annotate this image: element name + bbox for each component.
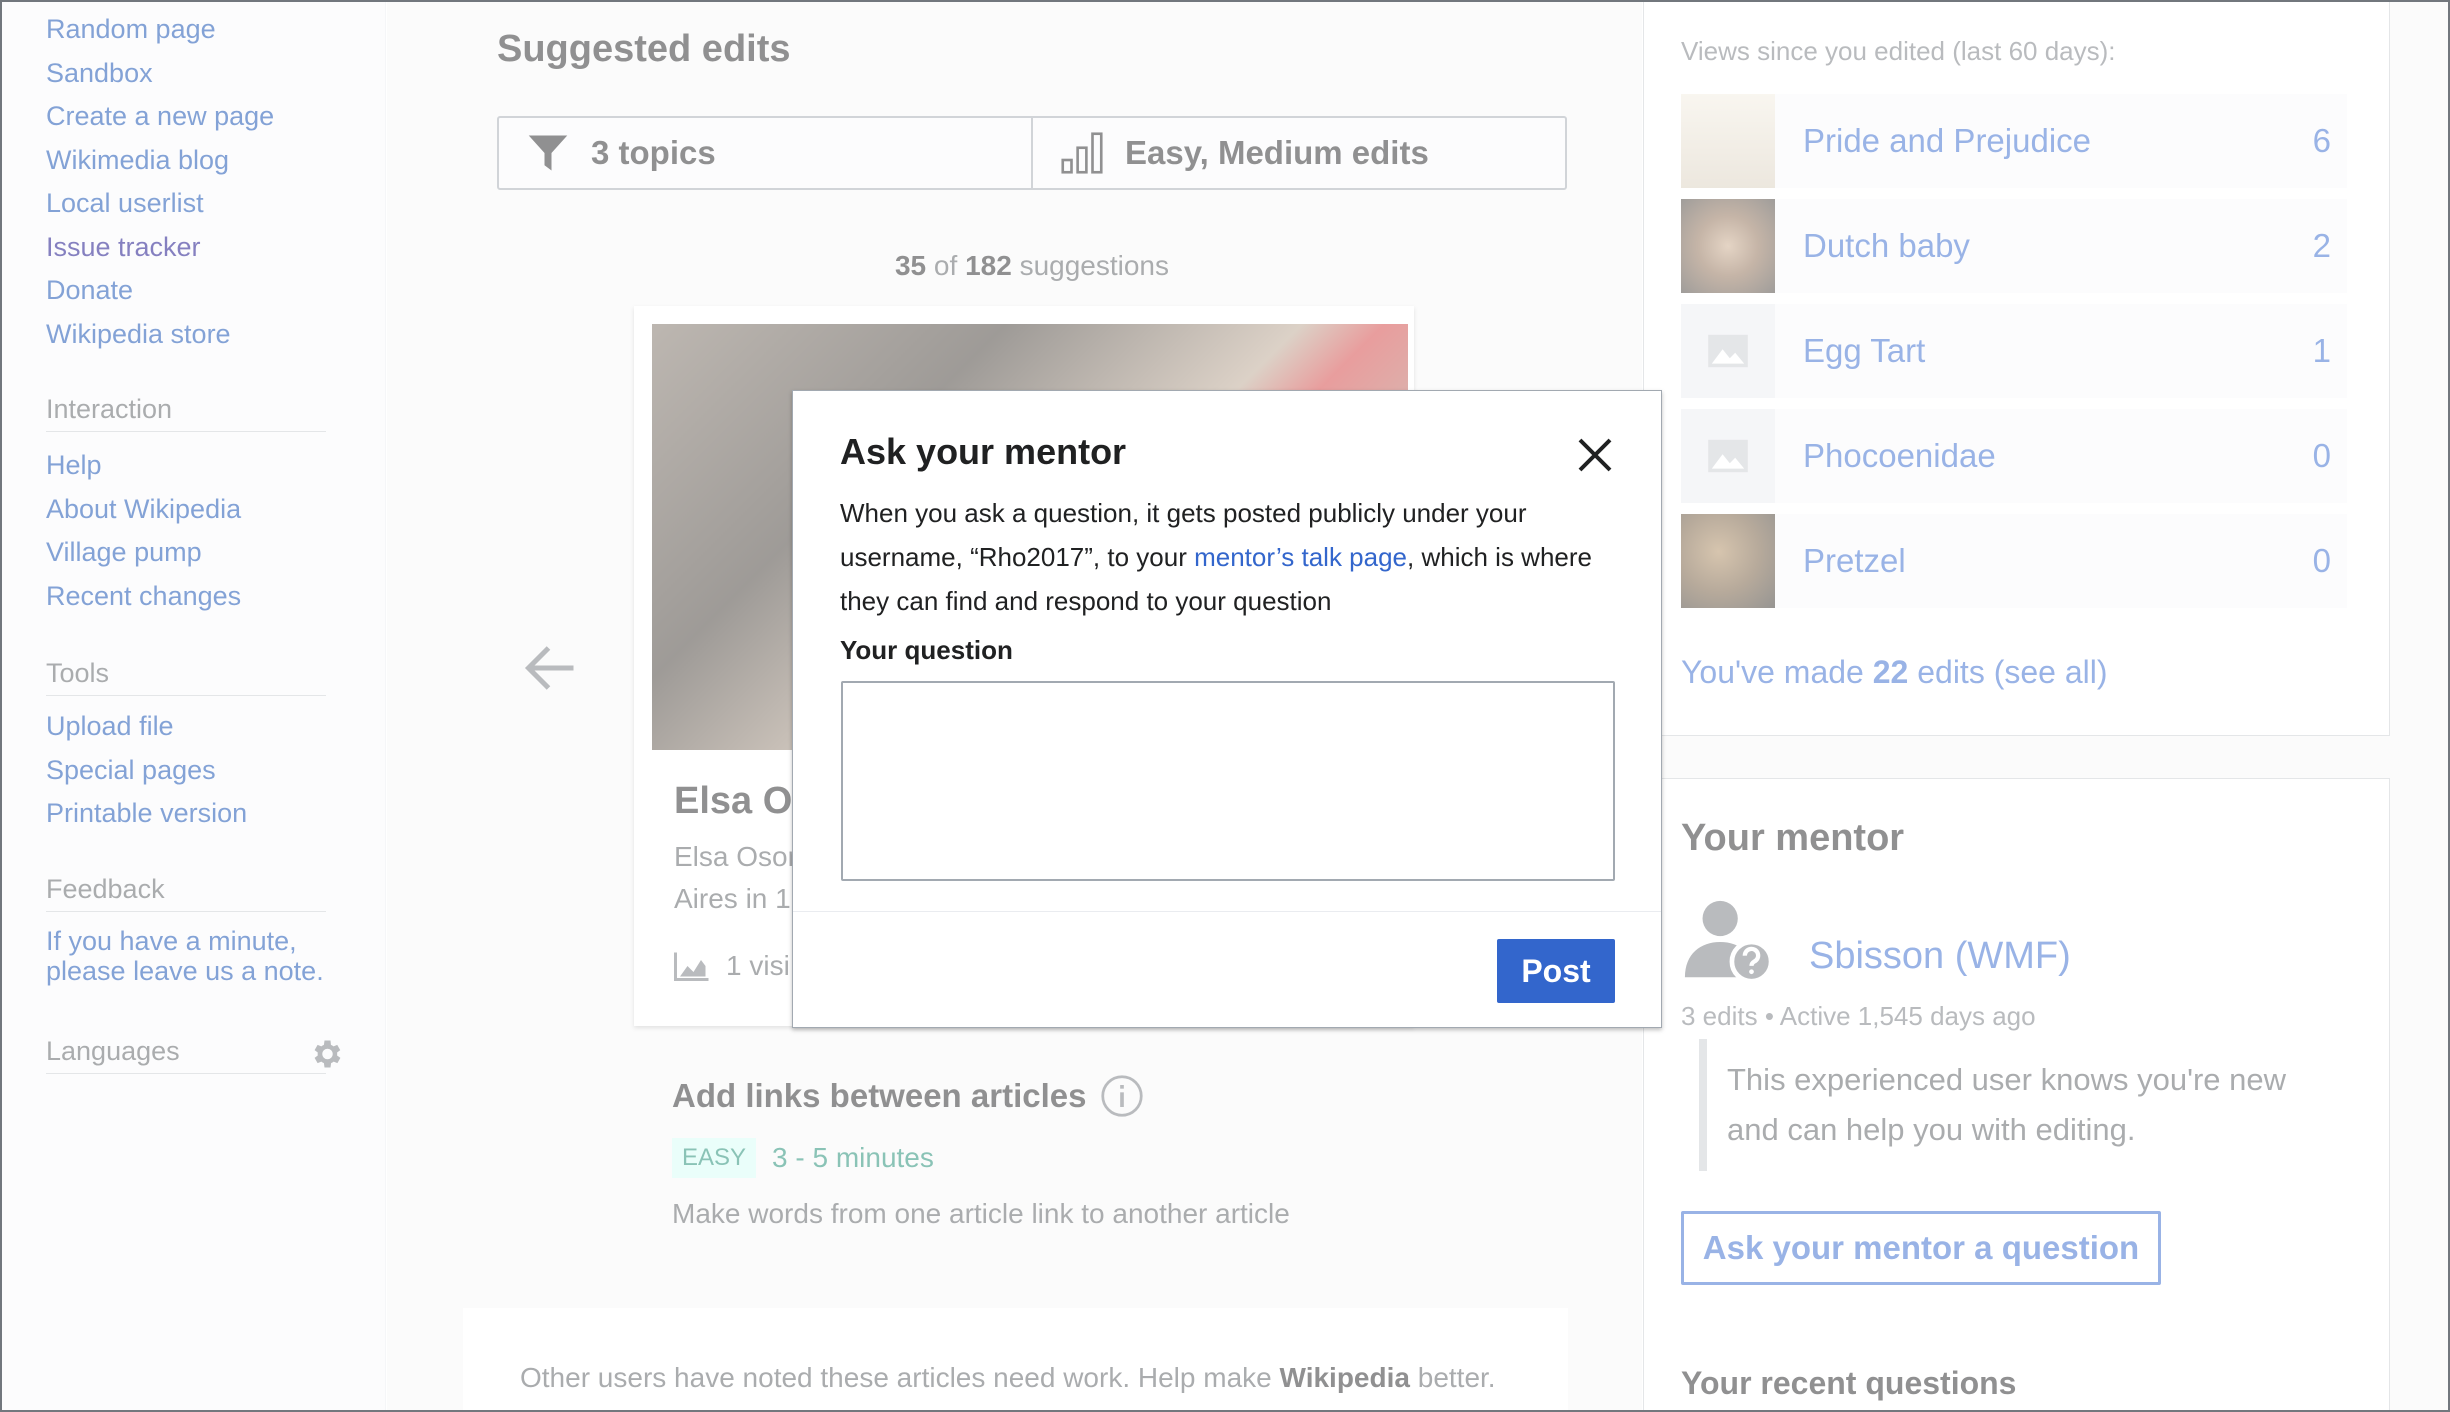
- mentor-talk-page-link[interactable]: mentor’s talk page: [1194, 542, 1407, 572]
- question-textarea[interactable]: [841, 681, 1615, 881]
- ask-mentor-dialog: Ask your mentor When you ask a question,…: [792, 390, 1662, 1028]
- dialog-divider: [793, 911, 1661, 912]
- question-label: Your question: [840, 635, 1013, 665]
- dialog-body: When you ask a question, it gets posted …: [840, 491, 1630, 623]
- dialog-title: Ask your mentor: [840, 431, 1127, 472]
- post-button[interactable]: Post: [1497, 939, 1615, 1003]
- app-frame: Random page Sandbox Create a new page Wi…: [0, 0, 2450, 1412]
- close-icon[interactable]: [1575, 435, 1615, 475]
